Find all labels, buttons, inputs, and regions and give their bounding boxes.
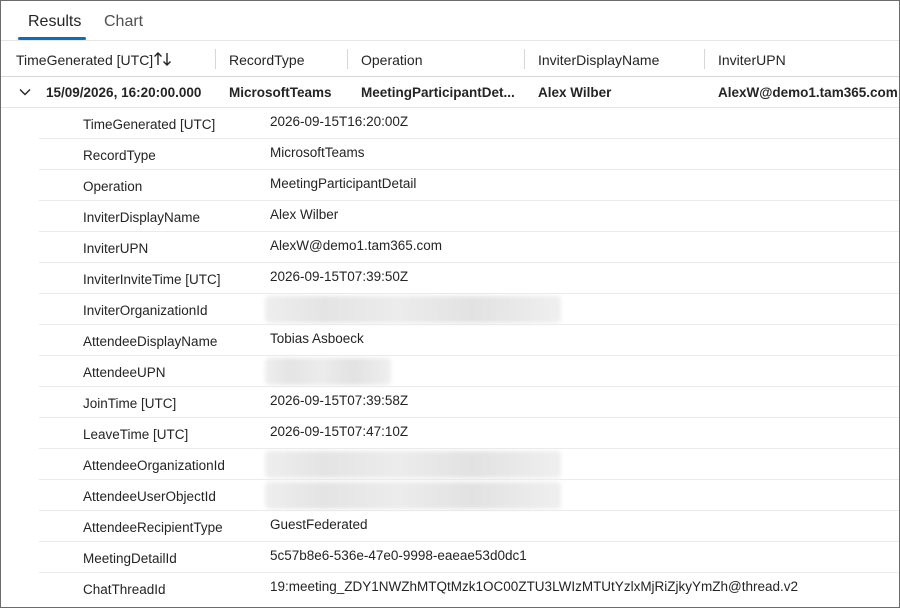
detail-key: InviterOrganizationId (83, 303, 208, 318)
cell-time: 15/09/2026, 16:20:00.000 (46, 85, 202, 100)
cell-operation: MeetingParticipantDet... (361, 85, 515, 100)
detail-key: AttendeeUPN (83, 365, 166, 380)
detail-value: AlexW@demo1.tam365.com (270, 238, 443, 253)
detail-value: 5c57b8e6-536e-47e0-9998-eaeae53d0dc1 (270, 548, 527, 563)
detail-row: ChatThreadId 19:meeting_ZDY1NWZhMTQtMzk1… (39, 573, 899, 604)
column-header-timegenerated[interactable]: TimeGenerated [UTC] (16, 52, 153, 68)
detail-key: InviterDisplayName (83, 210, 201, 225)
tab-bar: Results Chart (1, 1, 899, 41)
detail-row: RecordType MicrosoftTeams (39, 139, 899, 170)
detail-key: LeaveTime [UTC] (83, 427, 189, 442)
detail-key: AttendeeOrganizationId (83, 458, 225, 473)
tab-results[interactable]: Results (28, 13, 81, 31)
detail-key: RecordType (83, 148, 156, 163)
cell-inviter-upn: AlexW@demo1.tam365.com (718, 85, 898, 100)
detail-value: 2026-09-15T16:20:00Z (270, 114, 409, 129)
detail-key: AttendeeDisplayName (83, 334, 218, 349)
column-header-recordtype[interactable]: RecordType (229, 52, 304, 68)
detail-key: MeetingDetailId (83, 551, 177, 566)
detail-row: AttendeeUserObjectId (39, 480, 899, 511)
table-header: TimeGenerated [UTC] RecordType Operation… (1, 41, 899, 77)
detail-row: AttendeeDisplayName Tobias Asboeck (39, 325, 899, 356)
detail-row: MeetingDetailId 5c57b8e6-536e-47e0-9998-… (39, 542, 899, 573)
detail-key: Operation (83, 179, 143, 194)
detail-key: JoinTime [UTC] (83, 396, 177, 411)
cell-inviter-display-name: Alex Wilber (538, 85, 612, 100)
column-separator[interactable] (347, 49, 348, 69)
detail-value: 2026-09-15T07:39:58Z (270, 393, 409, 408)
detail-row: Operation MeetingParticipantDetail (39, 170, 899, 201)
detail-row: TimeGenerated [UTC] 2026-09-15T16:20:00Z (39, 108, 899, 139)
expanded-row-details: TimeGenerated [UTC] 2026-09-15T16:20:00Z… (39, 108, 899, 604)
detail-row: JoinTime [UTC] 2026-09-15T07:39:58Z (39, 387, 899, 418)
detail-key: InviterInviteTime [UTC] (83, 272, 221, 287)
redacted-value (265, 451, 561, 478)
active-tab-indicator (18, 37, 86, 40)
detail-value: 2026-09-15T07:47:10Z (270, 424, 409, 439)
column-separator[interactable] (524, 49, 525, 69)
detail-value: Tobias Asboeck (270, 331, 364, 346)
detail-row: AttendeeRecipientType GuestFederated (39, 511, 899, 542)
tab-chart[interactable]: Chart (104, 13, 143, 31)
redacted-value (265, 482, 561, 509)
detail-row: InviterDisplayName Alex Wilber (39, 201, 899, 232)
column-header-operation[interactable]: Operation (361, 52, 422, 68)
detail-value: GuestFederated (270, 517, 368, 532)
detail-row: LeaveTime [UTC] 2026-09-15T07:47:10Z (39, 418, 899, 449)
detail-value: MeetingParticipantDetail (270, 176, 417, 191)
detail-key: AttendeeUserObjectId (83, 489, 216, 504)
table-row[interactable]: 15/09/2026, 16:20:00.000 MicrosoftTeams … (1, 77, 899, 108)
detail-value: Alex Wilber (270, 207, 339, 222)
cell-record-type: MicrosoftTeams (229, 85, 332, 100)
column-separator[interactable] (215, 49, 216, 69)
detail-row: InviterInviteTime [UTC] 2026-09-15T07:39… (39, 263, 899, 294)
sort-arrows-icon[interactable] (153, 51, 173, 67)
detail-key: TimeGenerated [UTC] (83, 117, 216, 132)
redacted-value (265, 296, 561, 323)
detail-row: InviterUPN AlexW@demo1.tam365.com (39, 232, 899, 263)
column-separator[interactable] (704, 49, 705, 69)
detail-value: MicrosoftTeams (270, 145, 365, 160)
results-panel: Results Chart TimeGenerated [UTC] Record… (0, 0, 900, 608)
detail-row: AttendeeUPN (39, 356, 899, 387)
detail-value: 2026-09-15T07:39:50Z (270, 269, 409, 284)
detail-key: ChatThreadId (83, 582, 166, 597)
chevron-down-icon[interactable] (18, 85, 32, 99)
redacted-value (265, 358, 391, 385)
detail-key: AttendeeRecipientType (83, 520, 223, 535)
detail-value: 19:meeting_ZDY1NWZhMTQtMzk1OC00ZTU3LWIzM… (270, 579, 799, 594)
detail-key: InviterUPN (83, 241, 149, 256)
detail-row: AttendeeOrganizationId (39, 449, 899, 480)
column-header-inviterdisplayname[interactable]: InviterDisplayName (538, 52, 659, 68)
detail-row: InviterOrganizationId (39, 294, 899, 325)
column-header-inviterupn[interactable]: InviterUPN (718, 52, 786, 68)
